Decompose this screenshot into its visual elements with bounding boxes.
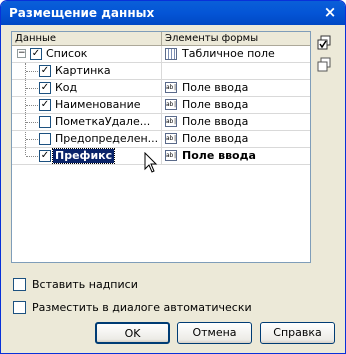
ok-button[interactable]: OK	[95, 322, 170, 344]
row-element-label: Табличное поле	[182, 47, 275, 60]
tree-row-spisok[interactable]: − ✓ Список Табличное поле	[12, 46, 310, 63]
row-checkbox[interactable]: ✓	[39, 99, 51, 111]
check-all-icon[interactable]	[317, 35, 333, 51]
input-field-icon: ab|	[165, 82, 177, 93]
insert-captions-checkbox[interactable]	[13, 277, 26, 291]
row-element-empty	[163, 63, 310, 79]
title-bar[interactable]: Размещение данных ×	[1, 1, 345, 25]
dialog-title: Размещение данных	[9, 6, 155, 20]
row-element-label: Поле ввода	[182, 115, 249, 128]
tree-connector	[26, 122, 38, 123]
mouse-pointer-icon	[144, 152, 158, 173]
tree-row-pometka[interactable]: ПометкаУдале... ab| Поле ввода	[12, 114, 310, 131]
auto-place-checkbox[interactable]	[13, 300, 26, 314]
row-label: Предопределен...	[55, 132, 159, 145]
input-field-icon: ab|	[165, 133, 177, 144]
tree-connector	[26, 139, 38, 140]
uncheck-all-icon[interactable]	[317, 57, 333, 73]
input-field-icon: ab|	[165, 150, 177, 161]
data-tree-table[interactable]: Данные Элементы формы − ✓ Список Табличн…	[11, 31, 311, 263]
insert-captions-label: Вставить надписи	[32, 277, 138, 291]
row-element-label: Поле ввода	[182, 149, 256, 162]
row-label: ПометкаУдале...	[55, 115, 151, 128]
tree-connector	[26, 71, 38, 72]
row-label: Код	[55, 81, 78, 94]
dialog-window: Размещение данных × Данные Элементы форм…	[0, 0, 346, 354]
row-label: Картинка	[55, 64, 111, 77]
tree-row-kartinka[interactable]: ✓ Картинка	[12, 63, 310, 80]
row-checkbox[interactable]: ✓	[39, 150, 51, 162]
tree-row-naimenovanie[interactable]: ✓ Наименование ab| Поле ввода	[12, 97, 310, 114]
auto-place-option[interactable]: Разместить в диалоге автоматически	[13, 300, 252, 314]
row-element-label: Поле ввода	[182, 98, 249, 111]
tree-connector	[26, 105, 38, 106]
auto-place-label: Разместить в диалоге автоматически	[32, 300, 252, 314]
table-icon	[165, 48, 177, 60]
row-checkbox[interactable]	[39, 133, 51, 145]
close-button[interactable]: ×	[321, 4, 339, 21]
collapse-icon[interactable]: −	[17, 49, 26, 58]
tree-row-predopredelen[interactable]: Предопределен... ab| Поле ввода	[12, 131, 310, 148]
row-label: Наименование	[55, 98, 141, 111]
help-button[interactable]: Справка	[260, 322, 335, 344]
tree-row-kod[interactable]: ✓ Код ab| Поле ввода	[12, 80, 310, 97]
input-field-icon: ab|	[165, 99, 177, 110]
tree-connector	[26, 88, 38, 89]
header-form-elements[interactable]: Элементы формы	[162, 32, 310, 46]
tree-row-prefiks[interactable]: ✓ Префикс ab| Поле ввода	[12, 148, 310, 165]
row-label: Список	[46, 47, 88, 60]
tree-header: Данные Элементы формы	[12, 32, 310, 46]
input-field-icon: ab|	[165, 116, 177, 127]
row-element-label: Поле ввода	[182, 81, 249, 94]
row-checkbox[interactable]: ✓	[30, 48, 42, 60]
row-checkbox[interactable]: ✓	[39, 82, 51, 94]
header-data[interactable]: Данные	[12, 32, 162, 46]
insert-captions-option[interactable]: Вставить надписи	[13, 277, 138, 291]
tree-connector	[26, 156, 38, 157]
row-checkbox[interactable]	[39, 116, 51, 128]
row-label-selected[interactable]: Префикс	[51, 148, 116, 164]
row-checkbox[interactable]: ✓	[39, 65, 51, 77]
row-element-label: Поле ввода	[182, 132, 249, 145]
cancel-button[interactable]: Отмена	[177, 322, 252, 344]
